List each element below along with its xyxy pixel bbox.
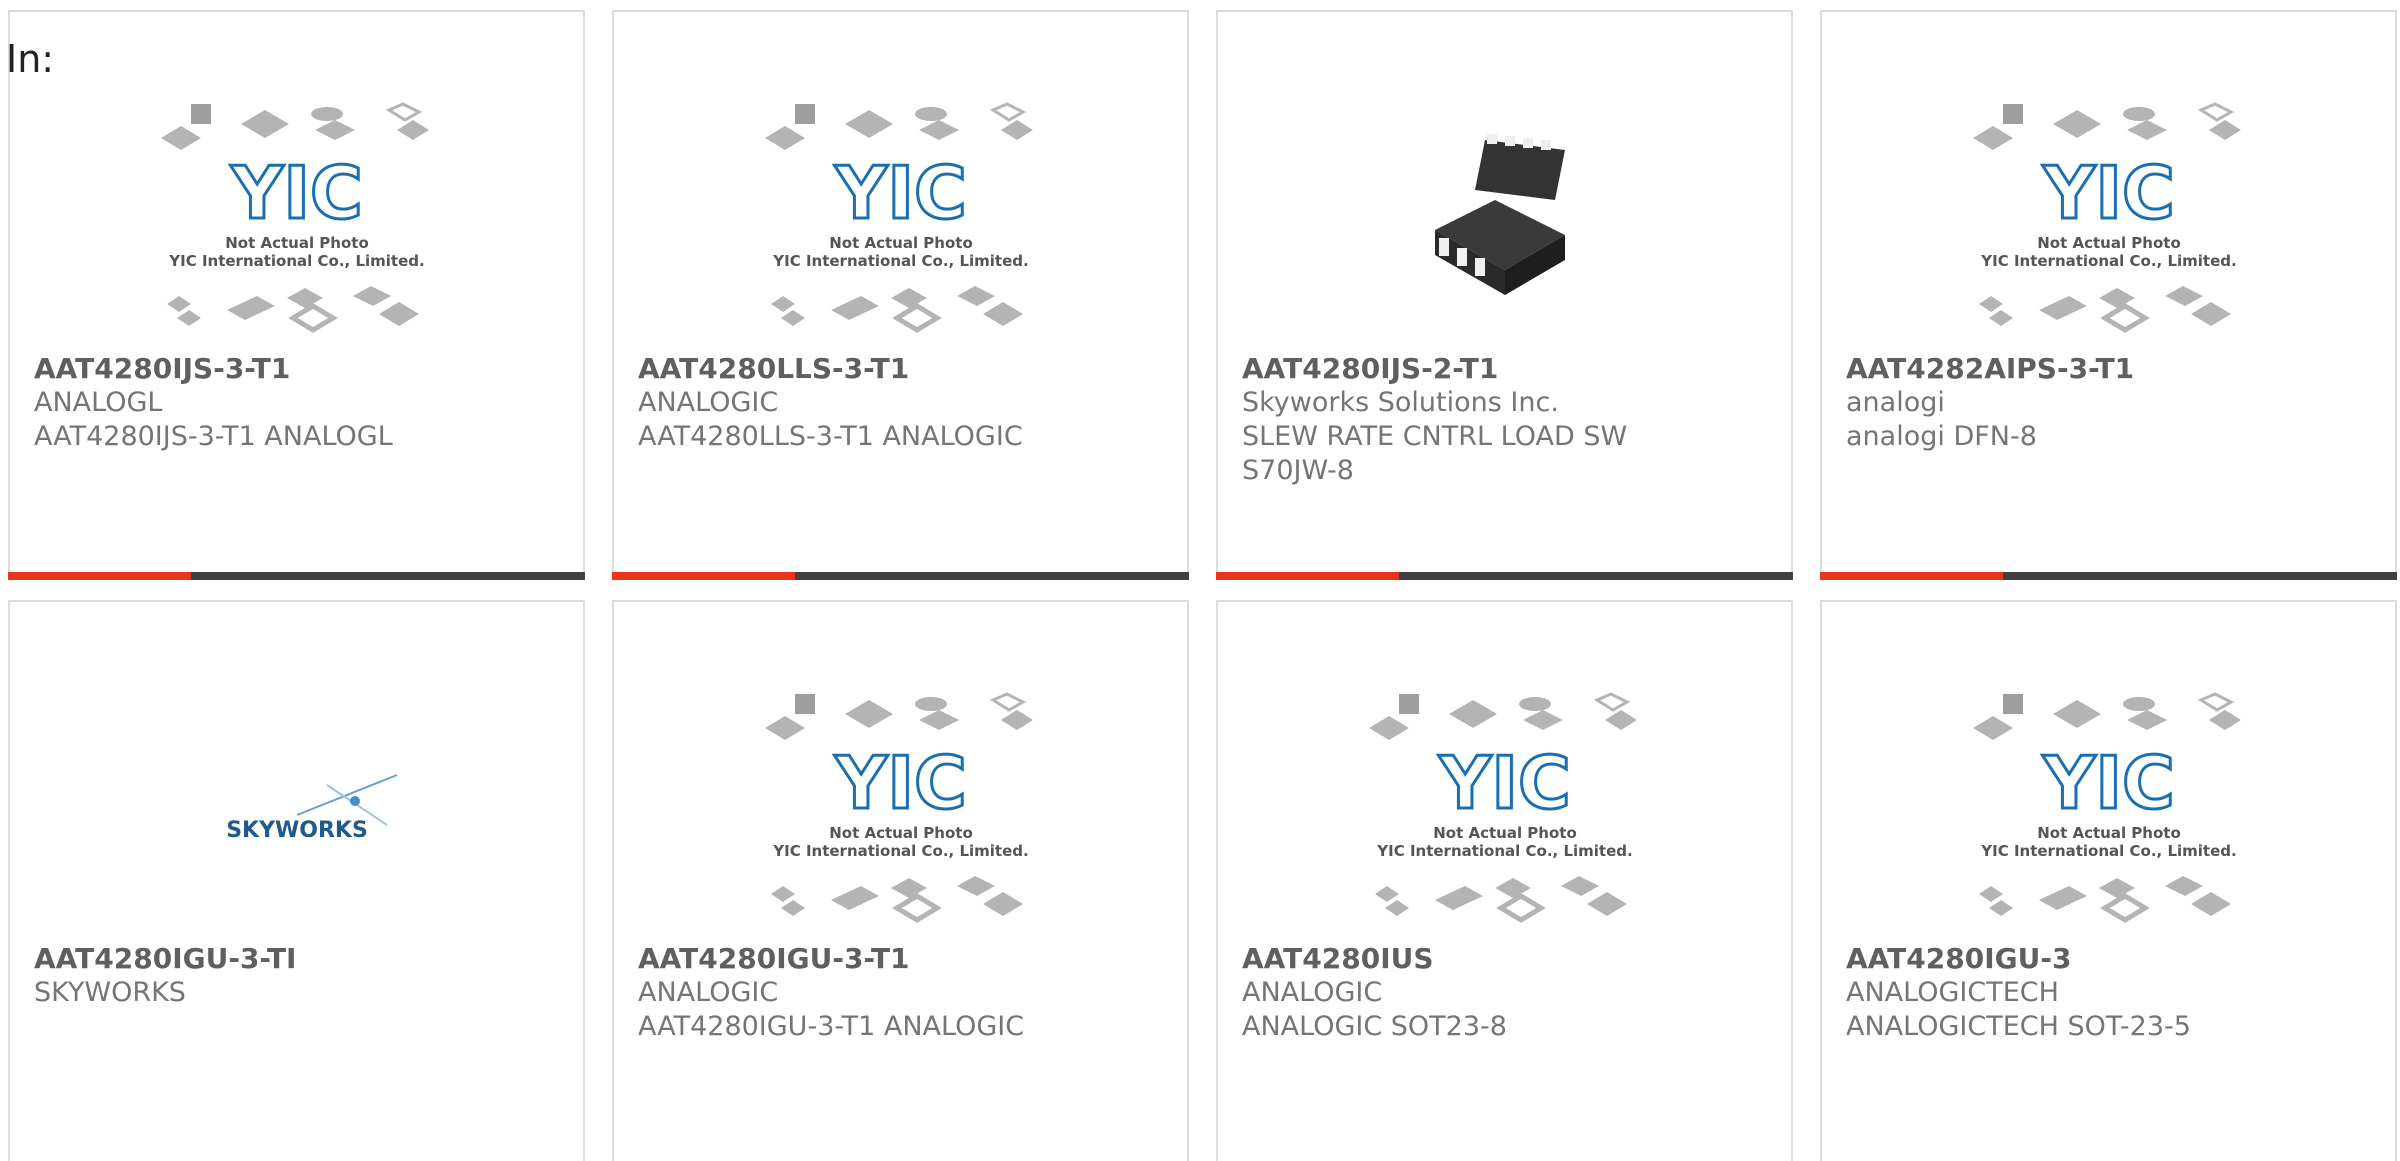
yic-placeholder-icon: YICNot Actual PhotoYIC International Co.… bbox=[160, 102, 429, 333]
svg-text:YIC International Co., Limited: YIC International Co., Limited. bbox=[772, 842, 1028, 860]
card-accent-bar bbox=[612, 572, 1189, 580]
yic-placeholder-icon: YICNot Actual PhotoYIC International Co.… bbox=[1368, 692, 1637, 923]
yic-placeholder-icon: YICNot Actual PhotoYIC International Co.… bbox=[1972, 102, 2241, 333]
part-number[interactable]: AAT4280IGU-3 bbox=[1846, 942, 2371, 976]
product-image[interactable]: YIC Not Actual Photo YIC International Co.… bbox=[10, 90, 583, 350]
svg-text:YIC: YIC bbox=[834, 151, 967, 235]
svg-text:Not Actual Photo: Not Actual Photo bbox=[829, 824, 973, 842]
part-number[interactable]: AAT4280IUS bbox=[1242, 942, 1767, 976]
description: AAT4280IGU-3-T1 ANALOGIC bbox=[638, 1011, 1025, 1042]
manufacturer: ANALOGIC bbox=[638, 977, 779, 1008]
svg-text:YIC International Co., Limited: YIC International Co., Limited. bbox=[772, 252, 1028, 270]
description: SLEW RATE CNTRL LOAD SW bbox=[1242, 421, 1628, 452]
product-image[interactable]: SKYWORKS bbox=[10, 680, 583, 940]
product-image[interactable]: YIC Not Actual Photo YIC International Co.… bbox=[1822, 90, 2395, 350]
part-number[interactable]: AAT4280IJS-2-T1 bbox=[1242, 352, 1767, 386]
product-card[interactable]: YIC Not Actual Photo YIC International Co.… bbox=[1216, 600, 1793, 1161]
product-card[interactable]: AAT4280IJS-2-T1 Skyworks Solutions Inc. … bbox=[1216, 10, 1793, 580]
svg-text:YIC: YIC bbox=[1438, 741, 1571, 825]
manufacturer: analogi bbox=[1846, 387, 1945, 418]
part-number[interactable]: AAT4282AIPS-3-T1 bbox=[1846, 352, 2371, 386]
product-card[interactable]: YIC Not Actual Photo YIC International Co.… bbox=[612, 10, 1189, 580]
svg-text:Not Actual Photo: Not Actual Photo bbox=[225, 234, 369, 252]
svg-text:YIC International Co., Limited: YIC International Co., Limited. bbox=[1980, 252, 2236, 270]
svg-text:Not Actual Photo: Not Actual Photo bbox=[829, 234, 973, 252]
in-label: In: bbox=[6, 37, 55, 81]
svg-text:YIC: YIC bbox=[230, 151, 363, 235]
svg-text:YIC: YIC bbox=[834, 741, 967, 825]
part-number[interactable]: AAT4280LLS-3-T1 bbox=[638, 352, 1163, 386]
svg-text:YIC: YIC bbox=[2042, 741, 2175, 825]
svg-text:Not Actual Photo: Not Actual Photo bbox=[2037, 234, 2181, 252]
description: analogi DFN-8 bbox=[1846, 421, 2037, 452]
part-number[interactable]: AAT4280IGU-3-T1 bbox=[638, 942, 1163, 976]
product-card[interactable]: YIC Not Actual Photo YIC International Co.… bbox=[8, 10, 585, 580]
card-accent-bar bbox=[8, 572, 585, 580]
svg-text:Not Actual Photo: Not Actual Photo bbox=[1433, 824, 1577, 842]
product-image[interactable]: YIC Not Actual Photo YIC International Co.… bbox=[1218, 680, 1791, 940]
product-card[interactable]: YIC Not Actual Photo YIC International Co.… bbox=[612, 600, 1189, 1161]
description-line-2: S70JW-8 bbox=[1242, 455, 1354, 486]
card-accent-bar bbox=[1820, 572, 2397, 580]
yic-placeholder-icon: YICNot Actual PhotoYIC International Co.… bbox=[1972, 692, 2241, 923]
manufacturer: ANALOGL bbox=[34, 387, 163, 418]
svg-text:YIC International Co., Limited: YIC International Co., Limited. bbox=[168, 252, 424, 270]
product-image[interactable]: YIC Not Actual Photo YIC International Co.… bbox=[614, 680, 1187, 940]
yic-placeholder-icon: YICNot Actual PhotoYIC International Co.… bbox=[764, 692, 1033, 923]
skyworks-logo-icon: SKYWORKS bbox=[226, 774, 397, 843]
product-card[interactable]: SKYWORKS AAT4280IGU-3-TI SKYWORKS bbox=[8, 600, 585, 1161]
product-card[interactable]: YIC Not Actual Photo YIC International Co.… bbox=[1820, 600, 2397, 1161]
yic-placeholder-icon: YICNot Actual PhotoYIC International Co.… bbox=[764, 102, 1033, 333]
svg-text:YIC: YIC bbox=[2042, 151, 2175, 235]
manufacturer: Skyworks Solutions Inc. bbox=[1242, 387, 1559, 418]
product-grid-page: In: YIC Not Actual Photo YIC International… bbox=[0, 0, 2400, 1161]
svg-text:YIC International Co., Limited: YIC International Co., Limited. bbox=[1376, 842, 1632, 860]
svg-text:Not Actual Photo: Not Actual Photo bbox=[2037, 824, 2181, 842]
card-accent-bar bbox=[1216, 572, 1793, 580]
part-number[interactable]: AAT4280IJS-3-T1 bbox=[34, 352, 559, 386]
product-image[interactable] bbox=[1218, 90, 1791, 350]
description: AAT4280IJS-3-T1 ANALOGL bbox=[34, 421, 393, 452]
manufacturer: ANALOGIC bbox=[1242, 977, 1383, 1008]
description: AAT4280LLS-3-T1 ANALOGIC bbox=[638, 421, 1023, 452]
product-image[interactable]: YIC Not Actual Photo YIC International Co.… bbox=[614, 90, 1187, 350]
product-card[interactable]: YIC Not Actual Photo YIC International Co.… bbox=[1820, 10, 2397, 580]
product-image[interactable]: YIC Not Actual Photo YIC International Co.… bbox=[1822, 680, 2395, 940]
manufacturer: ANALOGICTECH bbox=[1846, 977, 2059, 1008]
description: ANALOGIC SOT23-8 bbox=[1242, 1011, 1507, 1042]
svg-text:YIC International Co., Limited: YIC International Co., Limited. bbox=[1980, 842, 2236, 860]
svg-text:SKYWORKS: SKYWORKS bbox=[226, 818, 368, 843]
manufacturer: SKYWORKS bbox=[34, 977, 186, 1008]
part-number[interactable]: AAT4280IGU-3-TI bbox=[34, 942, 559, 976]
manufacturer: ANALOGIC bbox=[638, 387, 779, 418]
chip-photo-icon bbox=[1434, 134, 1565, 295]
description: ANALOGICTECH SOT-23-5 bbox=[1846, 1011, 2191, 1042]
